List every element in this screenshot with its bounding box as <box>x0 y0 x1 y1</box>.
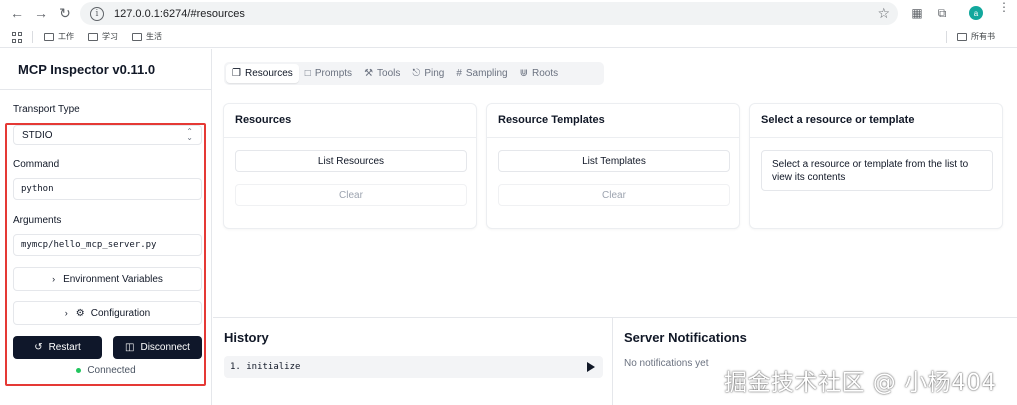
browser-toolbar: ← → ↻ i 127.0.0.1:6274/#resources ☆ ▦ ⧉ … <box>0 0 1017 27</box>
command-input[interactable]: python <box>13 178 202 200</box>
bookmark-label: 学习 <box>102 32 118 41</box>
tools-icon: ⚒ <box>364 68 374 79</box>
forward-icon[interactable]: → <box>32 4 50 22</box>
bell-icon: ⎋ <box>412 68 421 79</box>
configuration-toggle[interactable]: › ⚙ Configuration <box>13 301 202 325</box>
bookmark-label: 工作 <box>58 32 74 41</box>
arguments-input[interactable]: mymcp/hello_mcp_server.py <box>13 234 202 256</box>
environment-variables-label: Environment Variables <box>63 273 163 285</box>
connection-status: Connected <box>0 365 212 376</box>
folder-icon <box>44 32 54 41</box>
list-templates-button[interactable]: List Templates <box>498 150 730 172</box>
disconnect-button[interactable]: ◫ Disconnect <box>113 336 202 359</box>
bookmark-study[interactable]: 学习 <box>88 31 118 42</box>
reload-icon[interactable]: ↻ <box>56 4 74 22</box>
roots-icon: ⋓ <box>519 68 528 79</box>
bookmark-label: 所有书 <box>971 32 995 41</box>
resource-templates-card: Resource Templates List Templates Clear <box>486 103 740 229</box>
clear-resources-button[interactable]: Clear <box>235 184 467 206</box>
qr-icon[interactable]: ▦ <box>909 5 925 21</box>
back-icon[interactable]: ← <box>8 4 26 22</box>
detail-hint: Select a resource or template from the l… <box>761 150 993 191</box>
history-title: History <box>224 330 269 345</box>
tab-roots[interactable]: ⋓ Roots <box>514 64 565 83</box>
prompts-icon: □ <box>304 68 311 79</box>
restart-icon: ↺ <box>34 342 43 353</box>
apps-grid-icon[interactable] <box>12 32 23 43</box>
app-title: MCP Inspector v0.11.0 <box>18 61 156 77</box>
bookmark-life[interactable]: 生活 <box>132 31 162 42</box>
tab-ping[interactable]: ⎋ Ping <box>406 64 450 83</box>
history-item-label: 1. initialize <box>230 362 301 372</box>
gear-icon: ⚙ <box>75 307 85 319</box>
detail-card-title: Select a resource or template <box>761 114 915 126</box>
transport-type-value: STDIO <box>22 129 53 141</box>
arguments-value: mymcp/hello_mcp_server.py <box>21 240 157 250</box>
bookmark-label: 生活 <box>146 32 162 41</box>
address-bar[interactable]: i 127.0.0.1:6274/#resources ☆ <box>80 2 898 25</box>
command-value: python <box>21 184 54 194</box>
chevron-right-icon: › <box>64 308 68 318</box>
status-dot-icon <box>76 368 82 373</box>
card-divider <box>224 137 476 138</box>
tab-label: Resources <box>244 68 293 79</box>
templates-card-title: Resource Templates <box>498 114 605 126</box>
tab-prompts[interactable]: □ Prompts <box>299 64 358 83</box>
resources-card: Resources List Resources Clear <box>223 103 477 229</box>
restart-label: Restart <box>48 342 81 353</box>
browser-menu-icon[interactable]: ⋮ <box>998 1 1010 13</box>
chevron-right-icon: › <box>52 274 56 284</box>
bookmarks-divider <box>946 31 947 43</box>
main-tabs: ❐ Resources □ Prompts ⚒ Tools ⎋ Ping # S… <box>224 62 604 85</box>
resources-icon: ❐ <box>232 68 241 79</box>
environment-variables-toggle[interactable]: › Environment Variables <box>13 267 202 291</box>
bookmark-work[interactable]: 工作 <box>44 31 74 42</box>
bottom-panel-vdivider <box>612 317 613 405</box>
extensions-puzzle-icon[interactable]: ⧉ <box>934 5 950 21</box>
notifications-empty-text: No notifications yet <box>624 358 709 369</box>
sidebar-header: MCP Inspector v0.11.0 <box>0 49 211 90</box>
folder-icon <box>88 32 98 41</box>
hash-icon: # <box>456 68 462 79</box>
tab-label: Prompts <box>314 68 353 79</box>
transport-type-select[interactable]: STDIO ⌃ ⌄ <box>13 125 202 145</box>
tab-tools[interactable]: ⚒ Tools <box>358 64 406 83</box>
sidebar: MCP Inspector v0.11.0 Transport Type STD… <box>0 49 212 405</box>
tab-label: Sampling <box>465 68 508 79</box>
tab-label: Tools <box>377 68 401 79</box>
unplug-icon: ◫ <box>125 342 135 353</box>
folder-icon <box>957 32 967 41</box>
tab-label: Ping <box>424 68 445 79</box>
chevron-up-down-icon: ⌃ ⌄ <box>186 127 193 142</box>
bookmark-star-icon[interactable]: ☆ <box>877 5 890 22</box>
transport-type-label: Transport Type <box>13 104 80 115</box>
card-divider <box>487 137 739 138</box>
arguments-label: Arguments <box>13 215 62 226</box>
history-item[interactable]: 1. initialize <box>224 356 603 378</box>
configuration-label: Configuration <box>90 307 151 319</box>
bottom-panel-divider <box>213 317 1017 318</box>
clear-templates-button[interactable]: Clear <box>498 184 730 206</box>
expand-play-icon[interactable] <box>587 362 595 372</box>
resource-detail-card: Select a resource or template Select a r… <box>749 103 1003 229</box>
bookmarks-divider <box>32 31 33 43</box>
resources-card-title: Resources <box>235 114 292 126</box>
status-text: Connected <box>87 365 136 376</box>
site-info-icon[interactable]: i <box>90 6 104 21</box>
profile-avatar[interactable]: a <box>969 6 983 20</box>
server-notifications-title: Server Notifications <box>624 330 747 345</box>
watermark-text: 掘金技术社区 @ 小杨404 <box>724 370 997 396</box>
url-text[interactable]: 127.0.0.1:6274/#resources <box>114 8 245 20</box>
list-resources-button[interactable]: List Resources <box>235 150 467 172</box>
card-divider <box>750 137 1002 138</box>
restart-button[interactable]: ↺ Restart <box>13 336 102 359</box>
bookmark-all[interactable]: 所有书 <box>957 31 995 42</box>
disconnect-label: Disconnect <box>140 342 190 353</box>
tab-sampling[interactable]: # Sampling <box>450 64 513 83</box>
command-label: Command <box>13 159 60 170</box>
tab-label: Roots <box>531 68 559 79</box>
tab-resources[interactable]: ❐ Resources <box>226 64 299 83</box>
folder-icon <box>132 32 142 41</box>
